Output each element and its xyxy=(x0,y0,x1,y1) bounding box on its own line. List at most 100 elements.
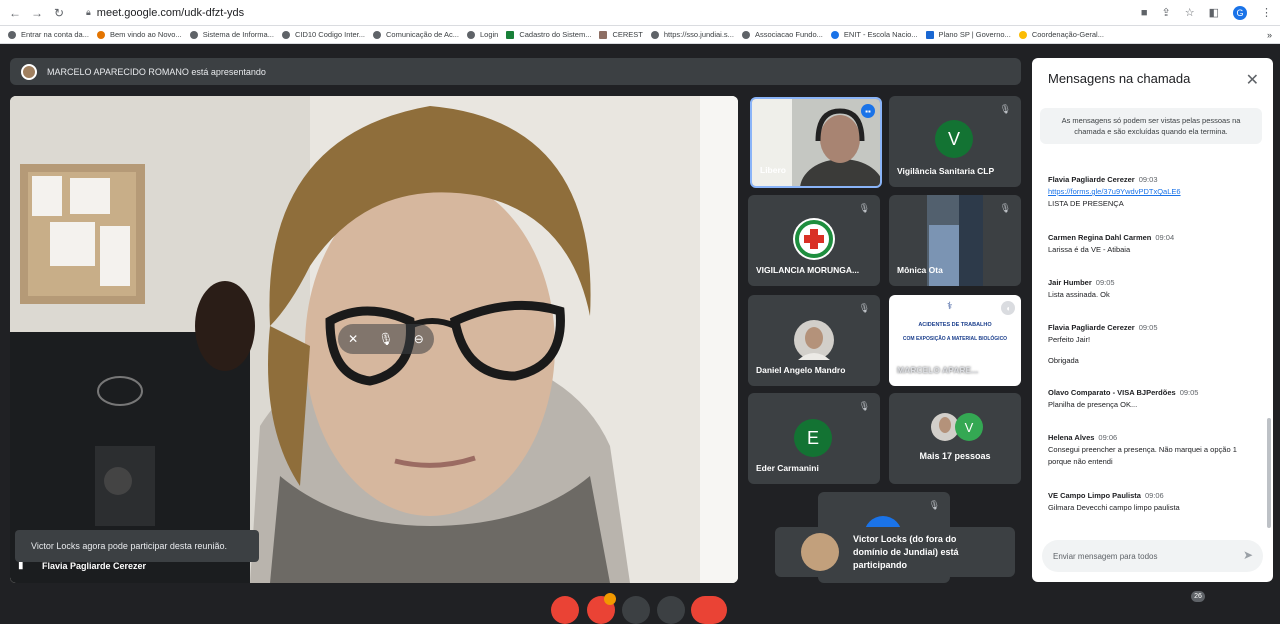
avatar: E xyxy=(794,419,832,457)
participant-tile[interactable]: 🎙︎ V Vigilância Sanitaria CLP xyxy=(889,96,1021,187)
presentation-tile[interactable]: ⚕ ACIDENTES DE TRABALHO COM EXPOSIÇÃO A … xyxy=(889,295,1021,386)
chat-title: Mensagens na chamada xyxy=(1048,71,1191,86)
bookmark-icon xyxy=(466,30,475,39)
message-link[interactable]: https://forms.gle/37u9YwdvPDTxQaLE6 xyxy=(1048,186,1248,198)
profile-avatar[interactable]: G xyxy=(1233,5,1247,20)
message-author: VE Campo Limpo Paulista xyxy=(1048,491,1141,500)
participant-tile[interactable]: 🎙︎ Daniel Angelo Mandro xyxy=(748,295,880,386)
participant-name: VIGILANCIA MORUNGA... xyxy=(756,265,860,275)
chat-message: Jair Humber 09:05 Lista assinada. Ok xyxy=(1048,277,1248,301)
message-time: 09:05 xyxy=(1095,278,1115,287)
address-bar[interactable]: meet.google.com/udk-dfzt-yds xyxy=(97,7,244,19)
message-author: Flavia Pagliarde Cerezer xyxy=(1048,323,1135,332)
avatar xyxy=(794,320,834,360)
bookmark-item[interactable]: CEREST xyxy=(599,30,643,39)
avatar xyxy=(801,533,839,571)
send-icon[interactable]: ➤ xyxy=(1243,548,1253,562)
participant-name: Vigilância Sanitaria CLP xyxy=(897,166,995,176)
menu-icon[interactable]: ⋮ xyxy=(1261,6,1272,19)
message-time: 09:05 xyxy=(1179,388,1199,397)
message-text: Consegui preencher a presença. Não marqu… xyxy=(1048,445,1237,466)
chat-notice: As mensagens só podem ser vistas pelas p… xyxy=(1040,108,1262,144)
back-icon[interactable]: ← xyxy=(8,6,22,20)
vigilancia-logo xyxy=(793,218,835,260)
chat-panel: Mensagens na chamada ✕ As mensagens só p… xyxy=(1032,58,1273,582)
forward-icon[interactable]: → xyxy=(30,6,44,20)
bookmark-item[interactable]: Entrar na conta da... xyxy=(8,30,89,39)
chat-message: Flavia Pagliarde Cerezer 09:03 https://fo… xyxy=(1048,174,1248,210)
message-time: 09:06 xyxy=(1144,491,1164,500)
message-author: Carmen Regina Dahl Carmen xyxy=(1048,233,1152,242)
pin-off-icon[interactable]: ✕ xyxy=(348,332,358,346)
camera-icon[interactable]: ■ xyxy=(1141,7,1148,19)
chat-message: Helena Alves 09:06 Consegui preencher a p… xyxy=(1048,432,1248,468)
participant-name: Eder Carmanini xyxy=(756,463,819,473)
bookmark-icon xyxy=(1018,30,1027,39)
main-video[interactable]: ✕ 🎙︎ ⊖ ▮ Flavia Pagliarde Cerezer xyxy=(10,96,738,583)
bookmark-item[interactable]: Plano SP | Governo... xyxy=(925,30,1011,39)
bookmark-item[interactable]: CID10 Codigo Inter... xyxy=(281,30,365,39)
more-participants-label: Mais 17 pessoas xyxy=(919,451,991,461)
bookmark-item[interactable]: Sistema de Informa... xyxy=(189,30,274,39)
chat-message: VE Campo Limpo Paulista 09:06 Gilmara Dev… xyxy=(1048,490,1248,514)
bookmark-item[interactable]: Comunicação de Ac... xyxy=(373,30,459,39)
bookmark-icon xyxy=(741,30,750,39)
message-author: Helena Alves xyxy=(1048,433,1095,442)
captions-button[interactable] xyxy=(622,596,650,624)
participant-tile[interactable]: 🎙︎ E Eder Carmanini xyxy=(748,393,880,484)
remove-icon[interactable]: ⊖ xyxy=(414,332,424,346)
message-text: Obrigada xyxy=(1048,356,1079,365)
bookmark-icon xyxy=(189,30,198,39)
slide-title: ACIDENTES DE TRABALHO xyxy=(918,322,992,328)
participant-name: Daniel Angelo Mandro xyxy=(756,365,846,375)
mic-off-icon: 🎙︎ xyxy=(999,104,1011,114)
lock-icon[interactable]: 🔒︎ xyxy=(86,7,91,18)
join-notification: Victor Locks agora pode participar desta… xyxy=(15,530,259,562)
bookmark-item[interactable]: https://sso.jundiai.s... xyxy=(650,30,734,39)
participant-tile[interactable]: ▪▪ Libero xyxy=(750,97,882,188)
bookmark-item[interactable]: Bem vindo ao Novo... xyxy=(96,30,182,39)
participant-tile[interactable]: 🎙︎ VIGILANCIA MORUNGA... xyxy=(748,195,880,286)
bookmark-icon xyxy=(650,30,659,39)
chat-input[interactable]: Enviar mensagem para todos ➤ xyxy=(1042,540,1263,572)
message-text: Perfeito Jair! xyxy=(1048,335,1091,344)
chat-scrollbar[interactable] xyxy=(1267,418,1271,528)
mic-off-icon: 🎙︎ xyxy=(858,401,870,411)
participant-count-badge: 26 xyxy=(1191,591,1205,602)
mic-icon[interactable]: 🎙︎ xyxy=(378,332,393,346)
bookmark-icon xyxy=(506,30,515,39)
notification-text: Victor Locks (do fora do domínio de Jund… xyxy=(853,533,959,570)
avatar: V xyxy=(955,413,983,441)
bookmark-item[interactable]: Associacao Fundo... xyxy=(741,30,823,39)
close-icon[interactable]: ✕ xyxy=(1246,70,1259,90)
message-author: Flavia Pagliarde Cerezer xyxy=(1048,175,1135,184)
bookmark-icon xyxy=(925,30,934,39)
end-call-button[interactable] xyxy=(691,596,727,624)
message-time: 09:05 xyxy=(1138,323,1158,332)
bookmark-item[interactable]: Login xyxy=(466,30,498,39)
chat-message: Flavia Pagliarde Cerezer 09:05 Perfeito J… xyxy=(1048,322,1248,367)
avatar xyxy=(21,63,37,80)
participant-tile[interactable]: 🎙︎ Mônica Ota xyxy=(889,195,1021,286)
mic-off-icon: 🎙︎ xyxy=(858,203,870,213)
mic-toggle-button[interactable] xyxy=(551,596,579,624)
avatar: V xyxy=(935,120,973,158)
sidepanel-icon[interactable]: ◧ xyxy=(1209,6,1219,19)
tile-controls: ✕ 🎙︎ ⊖ xyxy=(338,324,434,354)
message-text: LISTA DE PRESENÇA xyxy=(1048,199,1124,208)
message-text: Planilha de presença OK... xyxy=(1048,400,1138,409)
share-icon[interactable]: ⇪ xyxy=(1162,6,1171,19)
message-author: Olavo Comparato - VISA BJPerdões xyxy=(1048,388,1176,397)
presenter-banner: MARCELO APARECIDO ROMANO está apresentan… xyxy=(10,58,1021,85)
reload-icon[interactable]: ↻ xyxy=(52,6,66,20)
speaking-indicator-icon: ▪▪ xyxy=(861,104,875,118)
star-icon[interactable]: ☆ xyxy=(1185,6,1195,19)
bookmark-item[interactable]: Coordenação-Geral... xyxy=(1018,30,1104,39)
message-text: Larissa é da VE - Atibaia xyxy=(1048,245,1131,254)
bookmark-item[interactable]: ENIT - Escola Nacio... xyxy=(830,30,918,39)
more-participants-tile[interactable]: V Mais 17 pessoas xyxy=(889,393,1021,484)
present-button[interactable] xyxy=(657,596,685,624)
message-author: Jair Humber xyxy=(1048,278,1092,287)
bookmark-item[interactable]: Cadastro do Sistem... xyxy=(506,30,591,39)
bookmarks-overflow-icon[interactable]: » xyxy=(1267,30,1272,40)
